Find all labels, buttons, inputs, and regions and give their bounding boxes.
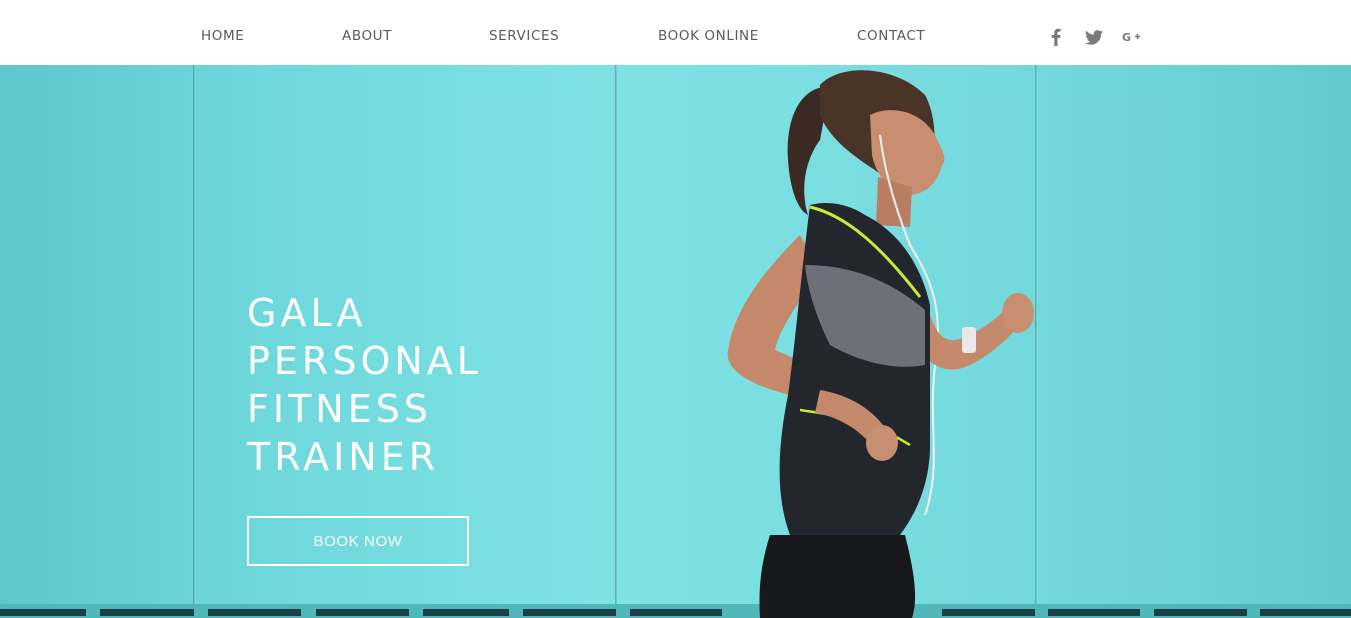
ground-slot (423, 609, 509, 616)
ground-slot (316, 609, 409, 616)
ground-slot (1260, 609, 1351, 616)
ground-slot (1154, 609, 1247, 616)
ground-slot (100, 609, 194, 616)
book-now-button[interactable]: BOOK NOW (247, 516, 469, 566)
nav-item-contact[interactable]: CONTACT (857, 28, 925, 44)
hero-banner: GALA PERSONAL FITNESS TRAINER BOOK NOW (0, 65, 1351, 618)
nav-item-services[interactable]: SERVICES (489, 28, 559, 44)
twitter-icon[interactable] (1085, 27, 1103, 47)
nav-item-book-online[interactable]: BOOK ONLINE (658, 28, 759, 44)
ground-slot (523, 609, 616, 616)
google-plus-icon[interactable]: G (1122, 27, 1141, 47)
hero-title: GALA PERSONAL FITNESS TRAINER (247, 289, 482, 481)
ground-slot (208, 609, 301, 616)
hero-title-line: TRAINER (247, 435, 440, 479)
top-navigation: HOME ABOUT SERVICES BOOK ONLINE CONTACT … (0, 0, 1351, 65)
svg-text:G: G (1122, 31, 1131, 44)
hero-title-line: GALA (247, 291, 367, 335)
ground-slot (1048, 609, 1140, 616)
runner-photo (727, 70, 1034, 618)
facebook-icon[interactable] (1051, 27, 1061, 47)
wall-panel-seam (193, 65, 196, 610)
ground-slot (0, 609, 86, 616)
hero-title-line: PERSONAL (247, 339, 482, 383)
ground-strip (0, 604, 1351, 618)
hero-title-line: FITNESS (247, 387, 432, 431)
wall-panel-seam (615, 65, 618, 610)
nav-item-about[interactable]: ABOUT (342, 28, 392, 44)
nav-item-home[interactable]: HOME (201, 28, 244, 44)
